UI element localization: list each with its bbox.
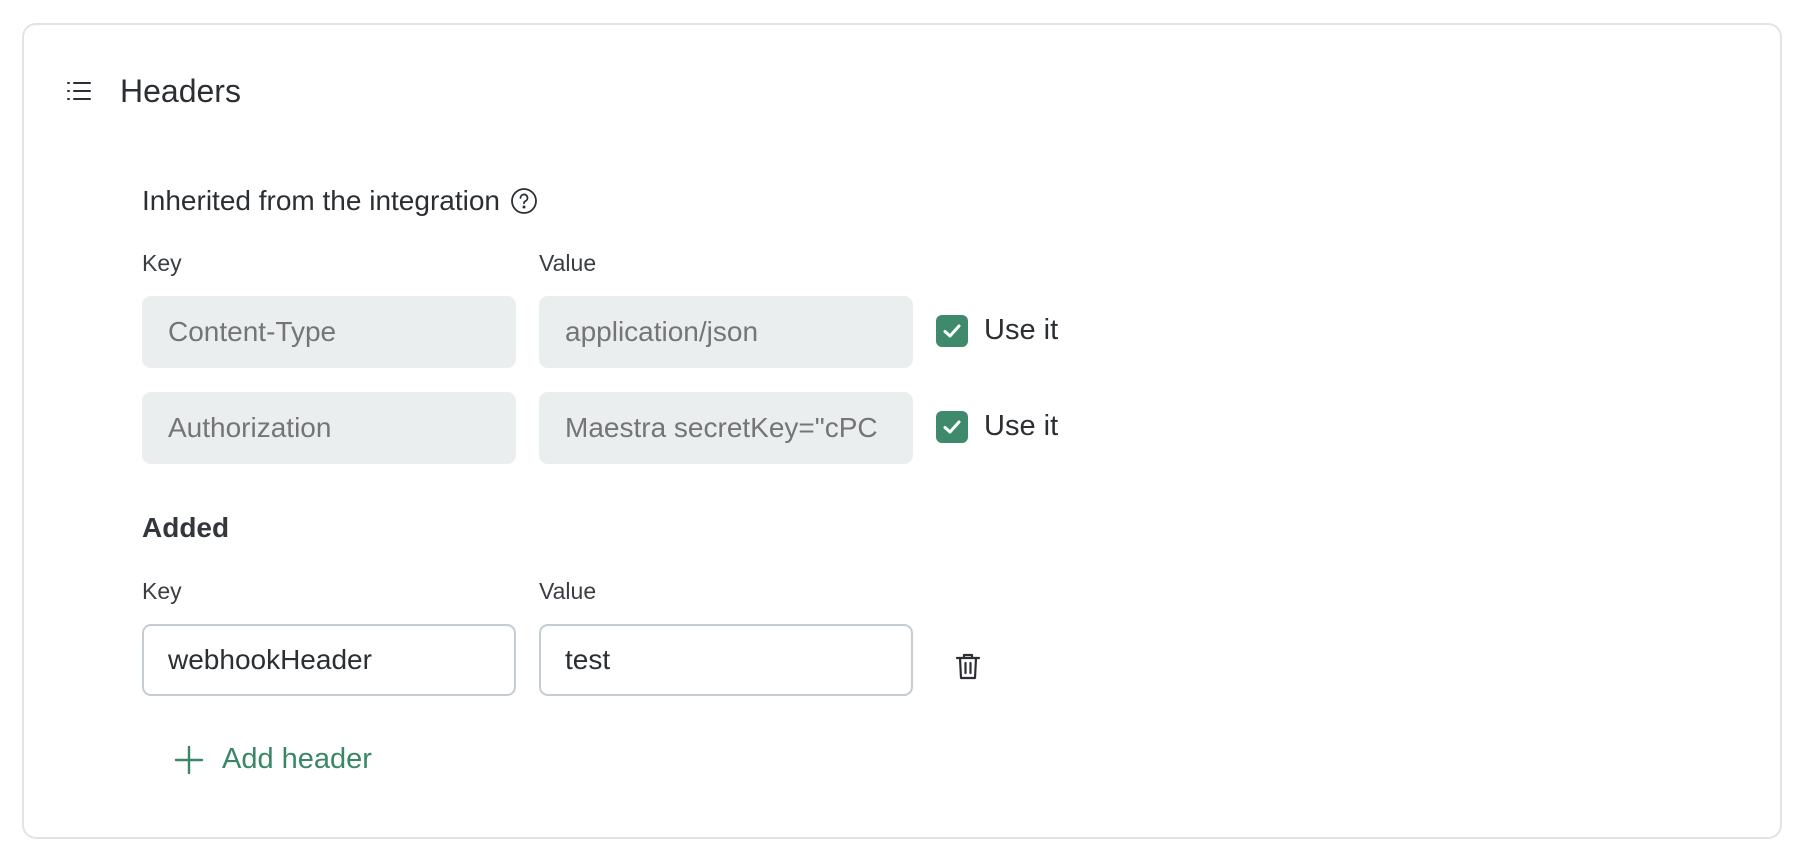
add-header-button[interactable]: Add header bbox=[174, 743, 372, 776]
list-icon bbox=[66, 78, 92, 104]
question-circle-icon[interactable] bbox=[510, 187, 538, 215]
inherited-key-label: Key bbox=[142, 250, 182, 276]
checkbox-checked[interactable] bbox=[936, 314, 968, 347]
use-it-toggle-1[interactable]: Use it bbox=[936, 314, 1058, 347]
use-it-label: Use it bbox=[984, 410, 1059, 442]
added-section-title: Added bbox=[142, 512, 230, 543]
inherited-key-field-2 bbox=[142, 392, 516, 464]
added-value-input[interactable] bbox=[539, 624, 913, 696]
added-value-label: Value bbox=[539, 578, 597, 604]
card-header: Headers bbox=[66, 69, 241, 113]
added-key-input[interactable] bbox=[142, 624, 516, 696]
inherited-key-field-1 bbox=[142, 296, 516, 368]
card-title: Headers bbox=[120, 72, 241, 109]
checkbox-checked[interactable] bbox=[936, 410, 968, 443]
inherited-value-field-1 bbox=[539, 296, 913, 368]
added-key-label: Key bbox=[142, 578, 182, 604]
add-header-label: Add header bbox=[222, 743, 372, 775]
inherited-value-field-2 bbox=[539, 392, 913, 464]
inherited-value-label: Value bbox=[539, 250, 597, 276]
use-it-label: Use it bbox=[984, 314, 1059, 346]
plus-icon bbox=[174, 745, 204, 775]
inherited-title-text: Inherited from the integration bbox=[142, 185, 500, 216]
headers-card: Headers Inherited from the integration K… bbox=[22, 23, 1782, 839]
use-it-toggle-2[interactable]: Use it bbox=[936, 410, 1058, 443]
trash-icon[interactable] bbox=[948, 646, 988, 686]
inherited-section-title: Inherited from the integration bbox=[142, 185, 538, 217]
